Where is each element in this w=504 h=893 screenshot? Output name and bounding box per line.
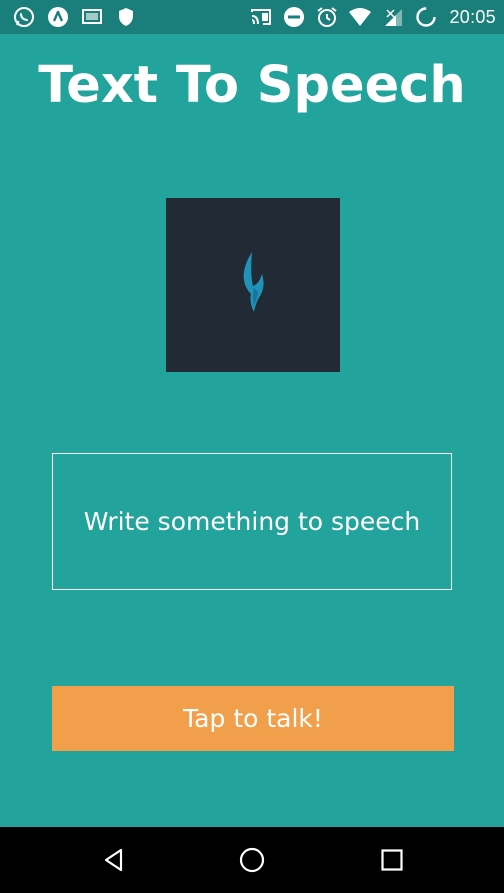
tap-to-talk-button[interactable]: Tap to talk! bbox=[52, 686, 454, 751]
page-title: Text To Speech bbox=[38, 56, 466, 115]
home-icon bbox=[239, 847, 265, 873]
navigation-bar bbox=[0, 827, 504, 893]
do-not-disturb-icon bbox=[282, 5, 306, 29]
status-clock: 20:05 bbox=[449, 6, 496, 27]
flame-icon bbox=[243, 252, 264, 312]
home-button[interactable] bbox=[222, 827, 282, 893]
recents-button[interactable] bbox=[362, 827, 422, 893]
whatsapp-icon bbox=[12, 5, 36, 29]
alarm-icon bbox=[315, 5, 339, 29]
speech-text-field bbox=[52, 453, 452, 590]
back-button[interactable] bbox=[84, 827, 144, 893]
cast-icon bbox=[249, 5, 273, 29]
status-bar-system: 20:05 bbox=[249, 5, 496, 29]
shield-icon bbox=[114, 5, 138, 29]
wifi-icon bbox=[348, 5, 372, 29]
cell-signal-icon bbox=[381, 5, 405, 29]
app-drawer-icon bbox=[46, 5, 70, 29]
back-icon bbox=[104, 848, 123, 872]
recents-icon bbox=[381, 849, 403, 871]
battery-charging-icon bbox=[414, 5, 438, 29]
speech-input[interactable] bbox=[53, 454, 451, 589]
status-bar: 20:05 bbox=[0, 0, 504, 34]
app-screen: 20:05 Text To Speech Tap to talk! bbox=[0, 0, 504, 893]
status-bar-notifications bbox=[12, 5, 138, 29]
app-logo bbox=[166, 198, 340, 372]
cast-screen-icon bbox=[80, 5, 104, 29]
